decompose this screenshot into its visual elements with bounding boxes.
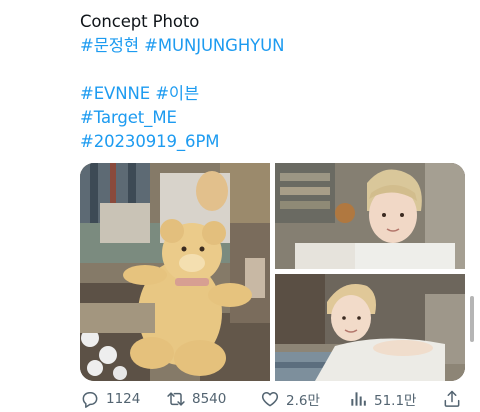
photo-portrait-closeup[interactable] [275, 163, 465, 269]
hashtag-line-album[interactable]: #Target_ME [80, 106, 460, 130]
retweet-icon [167, 392, 185, 406]
views-icon [351, 392, 366, 406]
photo-grid [80, 163, 465, 381]
like-button[interactable]: 2.6만 [260, 387, 320, 411]
tweet-text: Concept Photo #문정현 #MUNJUNGHYUN #EVNNE #… [80, 10, 460, 154]
photo-portrait-bed[interactable] [275, 274, 465, 381]
share-button[interactable] [442, 387, 468, 411]
hashtag-line-date[interactable]: #20230919_6PM [80, 130, 460, 154]
reply-count: 1124 [106, 391, 141, 407]
photo-teddy-bear-image [80, 163, 270, 381]
heart-icon [261, 392, 279, 407]
reply-button[interactable]: 1124 [80, 387, 140, 411]
text-spacer [80, 58, 460, 82]
like-count: 2.6만 [286, 393, 320, 409]
share-icon [444, 390, 460, 407]
views-button[interactable]: 51.1만 [348, 387, 416, 411]
retweet-count: 8540 [192, 391, 227, 407]
hashtag-line-group[interactable]: #EVNNE #이븐 [80, 82, 460, 106]
scrollbar-thumb[interactable] [470, 296, 474, 342]
tweet-actions: 1124 8540 2.6만 51.1만 [80, 387, 472, 411]
photo-portrait-closeup-image [275, 163, 465, 269]
hashtag-line-member[interactable]: #문정현 #MUNJUNGHYUN [80, 34, 460, 58]
tweet-title: Concept Photo [80, 12, 200, 31]
photo-teddy-bear[interactable] [80, 163, 270, 381]
photo-portrait-bed-image [275, 274, 465, 381]
reply-icon [82, 392, 98, 408]
views-count: 51.1만 [374, 393, 417, 409]
retweet-button[interactable]: 8540 [166, 387, 226, 411]
